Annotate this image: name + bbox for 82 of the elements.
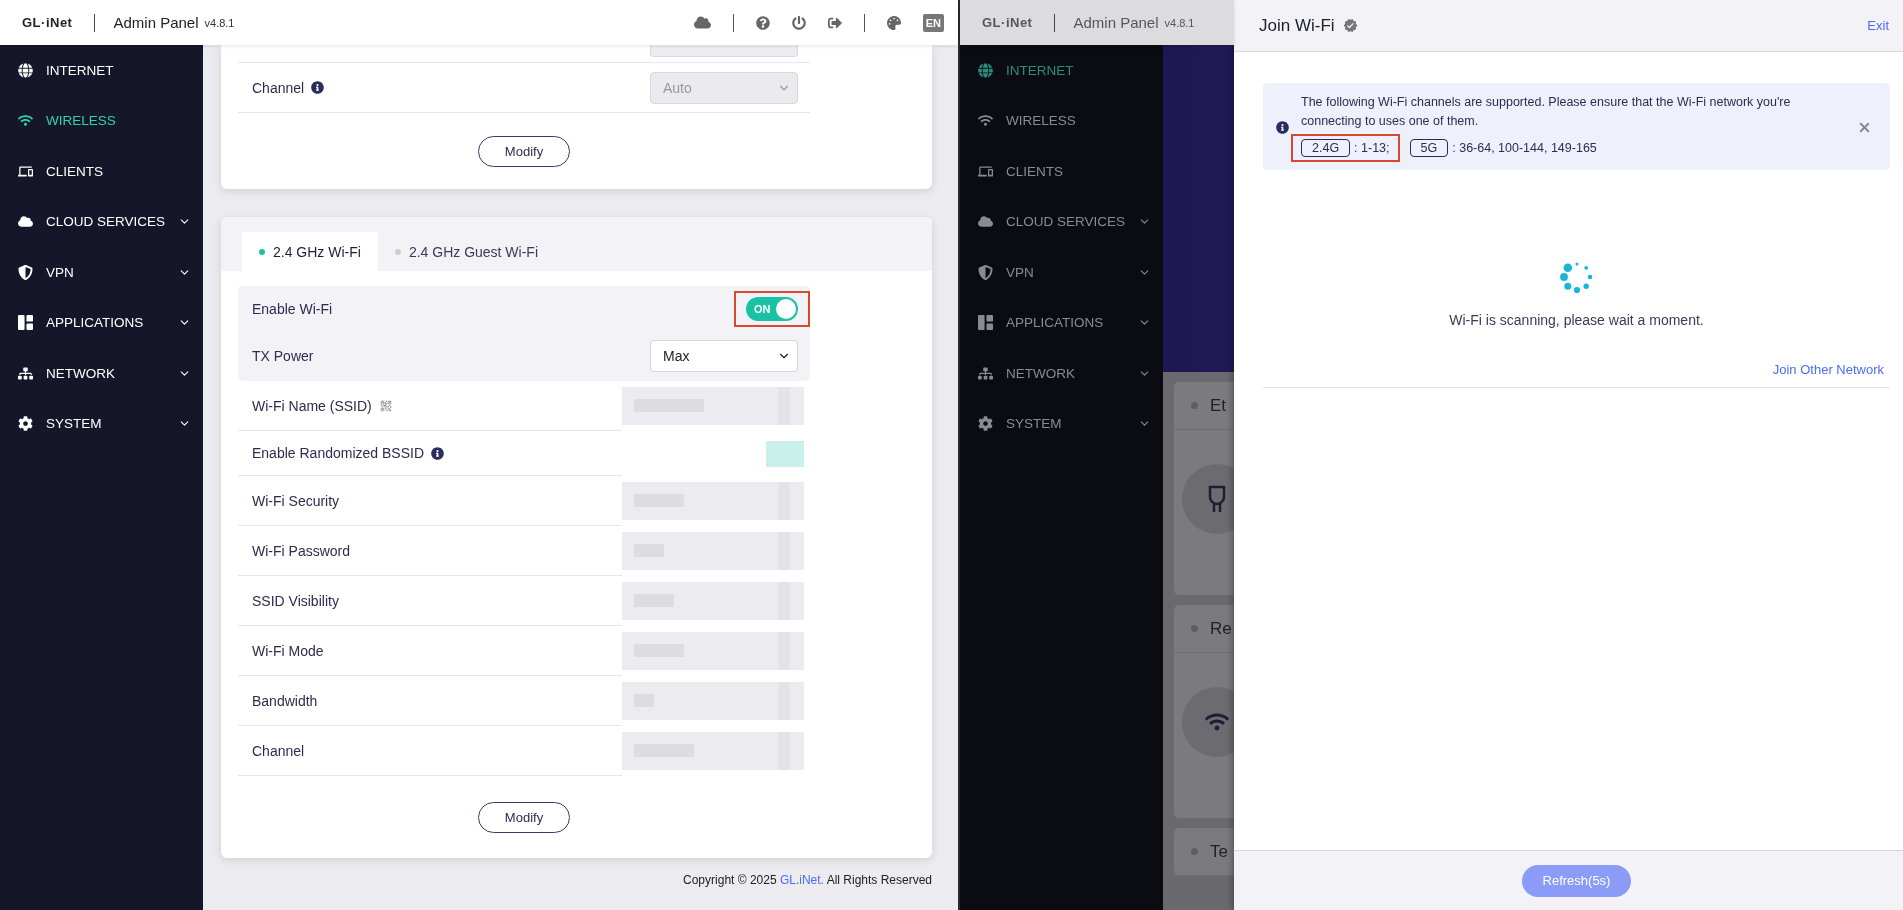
logo: GL·iNet — [22, 15, 73, 30]
exit-link[interactable]: Exit — [1867, 18, 1889, 33]
field-label: SSID Visibility — [252, 592, 339, 609]
status-dot — [1191, 848, 1198, 855]
sidebar-item[interactable]: NETWORK — [960, 348, 1163, 399]
select-field[interactable] — [650, 45, 798, 57]
spinner-icon — [1559, 260, 1594, 294]
sidebar-item[interactable]: INTERNET — [960, 45, 1163, 96]
sidebar-item[interactable]: CLIENTS — [960, 146, 1163, 197]
network-icon — [18, 365, 33, 381]
power-icon[interactable] — [791, 15, 806, 30]
version-text: v4.8.1 — [204, 16, 235, 29]
modify-button[interactable]: Modify — [478, 801, 570, 833]
field-label: Wi-Fi Mode — [252, 642, 324, 659]
field-label: Wi-Fi Name (SSID) — [252, 397, 372, 414]
field-label: Channel — [252, 742, 305, 759]
gl-inet-link[interactable]: GL.iNet. — [779, 873, 824, 887]
field-label: Wi-Fi Security — [252, 492, 340, 509]
palette-icon[interactable] — [886, 15, 901, 30]
qr-code-icon[interactable] — [378, 398, 393, 413]
language-button[interactable]: EN — [922, 13, 944, 32]
card-title: Re — [1210, 618, 1232, 639]
network-icon — [978, 365, 993, 381]
band-tag: 2.4G — [1301, 139, 1351, 157]
logout-icon[interactable] — [827, 15, 842, 30]
shield-icon — [978, 264, 993, 280]
card-title: Te — [1210, 841, 1228, 862]
field-label: Channel — [252, 79, 305, 96]
cloud-icon — [18, 214, 33, 230]
sidebar-item[interactable]: APPLICATIONS — [960, 297, 1163, 348]
info-icon — [1276, 121, 1289, 134]
notice-text: The following Wi-Fi channels are supported. Please ensure that the Wi-Fi network you're connecting to uses one of them. — [1301, 94, 1792, 130]
tab[interactable]: 2.4 GHz Wi-Fi — [242, 232, 378, 271]
field-label: Enable Randomized BSSID — [252, 445, 424, 461]
app-title: Admin Panel — [1073, 14, 1159, 31]
join-other-network-link[interactable]: Join Other Network — [1772, 362, 1884, 377]
settings-icon — [978, 416, 993, 432]
verified-badge-icon — [1342, 18, 1358, 33]
sidebar-item[interactable]: WIRELESS — [0, 95, 203, 146]
wifi-icon — [978, 113, 993, 129]
sidebar-item[interactable]: VPN — [960, 247, 1163, 298]
grid-icon — [978, 315, 993, 331]
sidebar-item[interactable]: CLIENTS — [0, 146, 203, 197]
drawer-title: Join Wi-Fi — [1259, 15, 1335, 36]
sidebar-item[interactable]: APPLICATIONS — [0, 297, 203, 348]
grid-icon — [18, 315, 33, 331]
modify-button[interactable]: Modify — [478, 135, 570, 167]
sidebar-item[interactable]: NETWORK — [0, 348, 203, 399]
shield-icon — [18, 264, 33, 280]
field-label: Bandwidth — [252, 692, 318, 709]
field-label: Wi-Fi Password — [252, 542, 350, 559]
channel-range: : 1-13; — [1354, 141, 1390, 155]
tab[interactable]: 2.4 GHz Guest Wi-Fi — [377, 232, 556, 271]
cloud-icon[interactable] — [693, 14, 711, 31]
sidebar-item[interactable]: CLOUD SERVICES — [0, 196, 203, 247]
sidebar-item[interactable]: VPN — [0, 247, 203, 298]
channel-range: : 36-64, 100-144, 149-165 — [1452, 141, 1597, 155]
status-dot — [1191, 402, 1198, 409]
globe-icon — [978, 62, 993, 78]
wifi-icon — [18, 113, 33, 129]
sidebar-item[interactable]: CLOUD SERVICES — [960, 196, 1163, 247]
close-icon[interactable] — [1857, 120, 1872, 135]
card-title: Et — [1210, 395, 1227, 416]
field-label: TX Power — [252, 348, 314, 364]
sidebar-item[interactable]: SYSTEM — [960, 398, 1163, 449]
field-label: Enable Wi-Fi — [252, 300, 333, 317]
sidebar-item[interactable]: WIRELESS — [960, 95, 1163, 146]
scanning-status: Wi-Fi is scanning, please wait a moment. — [1449, 312, 1704, 328]
tx-power-select[interactable]: Max — [650, 340, 798, 372]
version-text: v4.8.1 — [1164, 16, 1195, 29]
logo: GL·iNet — [982, 15, 1033, 30]
band-tag: 5G — [1409, 139, 1449, 157]
sidebar-item[interactable]: SYSTEM — [0, 398, 203, 449]
app-title: Admin Panel — [113, 14, 199, 31]
cloud-icon — [978, 214, 993, 230]
settings-icon — [18, 416, 33, 432]
sidebar-item[interactable]: INTERNET — [0, 45, 203, 96]
globe-icon — [18, 62, 33, 78]
copyright-text: Copyright © 2025 GL.iNet. All Rights Reserved — [683, 873, 932, 887]
help-icon[interactable] — [755, 15, 770, 30]
status-dot — [1191, 625, 1198, 632]
plug-icon — [1206, 485, 1228, 513]
